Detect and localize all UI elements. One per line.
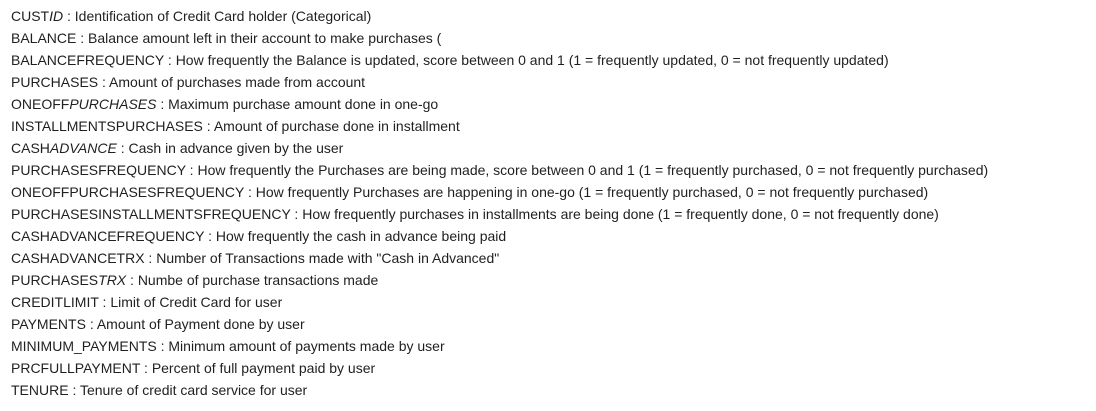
definition-row: MINIMUM_PAYMENTS : Minimum amount of pay… xyxy=(11,335,988,357)
separator: : xyxy=(156,338,169,354)
variable-name: PAYMENTS xyxy=(11,316,86,332)
variable-description: Tenure of credit card service for user xyxy=(79,382,308,398)
variable-name: PURCHASES xyxy=(11,74,99,90)
variable-name: CASHADVANCETRX xyxy=(11,250,145,266)
variable-name: PRCFULLPAYMENT xyxy=(11,360,141,376)
separator: : xyxy=(126,272,138,288)
variable-definitions-list: CUSTID : Identification of Credit Card h… xyxy=(11,5,988,401)
variable-description: How frequently the Purchases are being m… xyxy=(197,162,989,178)
separator: : xyxy=(98,294,111,310)
separator: : xyxy=(290,206,303,222)
variable-name: ONEOFFPURCHASESFREQUENCY xyxy=(11,184,245,200)
variable-name: BALANCEFREQUENCY xyxy=(11,52,165,68)
separator: : xyxy=(68,382,80,398)
variable-description: Amount of purchase done in installment xyxy=(213,118,460,134)
variable-description: Cash in advance given by the user xyxy=(128,140,344,156)
variable-name: CREDITLIMIT xyxy=(11,294,99,310)
variable-description: Amount of Payment done by user xyxy=(96,316,305,332)
variable-description: Amount of purchases made from account xyxy=(109,74,366,90)
definition-row: PURCHASESTRX : Numbe of purchase transac… xyxy=(11,269,988,291)
definition-row: CASHADVANCE : Cash in advance given by t… xyxy=(11,137,988,159)
separator: : xyxy=(98,74,110,90)
definition-row: PAYMENTS : Amount of Payment done by use… xyxy=(11,313,988,335)
variable-name: CASHADVANCEFREQUENCY xyxy=(11,228,205,244)
separator: : xyxy=(144,250,157,266)
variable-name: TENURE xyxy=(11,382,69,398)
variable-name: ONEOFFPURCHASES xyxy=(11,96,157,112)
variable-name: CUSTID xyxy=(11,8,64,24)
definition-row: PURCHASESFREQUENCY : How frequently the … xyxy=(11,159,988,181)
definition-row: CREDITLIMIT : Limit of Credit Card for u… xyxy=(11,291,988,313)
variable-description: Identification of Credit Card holder (Ca… xyxy=(74,8,372,24)
separator: : xyxy=(63,8,75,24)
separator: : xyxy=(202,118,214,134)
variable-description: How frequently Purchases are happening i… xyxy=(255,184,929,200)
definition-row: CASHADVANCEFREQUENCY : How frequently th… xyxy=(11,225,988,247)
variable-description: How frequently purchases in installments… xyxy=(302,206,939,222)
variable-description: How frequently the cash in advance being… xyxy=(215,228,507,244)
definition-row: CUSTID : Identification of Credit Card h… xyxy=(11,5,988,27)
separator: : xyxy=(116,140,129,156)
definition-row: TENURE : Tenure of credit card service f… xyxy=(11,379,988,401)
definition-row: PURCHASESINSTALLMENTSFREQUENCY : How fre… xyxy=(11,203,988,225)
definition-row: CASHADVANCETRX : Number of Transactions … xyxy=(11,247,988,269)
definition-row: BALANCE : Balance amount left in their a… xyxy=(11,27,988,49)
separator: : xyxy=(185,162,198,178)
variable-description: Maximum purchase amount done in one-go xyxy=(168,96,439,112)
variable-description: Numbe of purchase transactions made xyxy=(137,272,379,288)
variable-description: Balance amount left in their account to … xyxy=(88,30,442,46)
variable-description: Number of Transactions made with "Cash i… xyxy=(156,250,500,266)
variable-name: INSTALLMENTSPURCHASES xyxy=(11,118,203,134)
definition-row: BALANCEFREQUENCY : How frequently the Ba… xyxy=(11,49,988,71)
definition-row: PURCHASES : Amount of purchases made fro… xyxy=(11,71,988,93)
variable-description: How frequently the Balance is updated, s… xyxy=(175,52,889,68)
variable-description: Minimum amount of payments made by user xyxy=(168,338,445,354)
variable-name: PURCHASESINSTALLMENTSFREQUENCY xyxy=(11,206,291,222)
variable-name: MINIMUM_PAYMENTS xyxy=(11,338,157,354)
definition-row: ONEOFFPURCHASES : Maximum purchase amoun… xyxy=(11,93,988,115)
definition-row: INSTALLMENTSPURCHASES : Amount of purcha… xyxy=(11,115,988,137)
variable-description: Limit of Credit Card for user xyxy=(110,294,283,310)
variable-name: CASHADVANCE xyxy=(11,140,117,156)
variable-name: BALANCE xyxy=(11,30,77,46)
separator: : xyxy=(164,52,176,68)
variable-name: PURCHASESTRX xyxy=(11,272,127,288)
variable-name: PURCHASESFREQUENCY xyxy=(11,162,186,178)
separator: : xyxy=(85,316,97,332)
separator: : xyxy=(76,30,89,46)
definition-row: PRCFULLPAYMENT : Percent of full payment… xyxy=(11,357,988,379)
separator: : xyxy=(244,184,256,200)
definition-row: ONEOFFPURCHASESFREQUENCY : How frequentl… xyxy=(11,181,988,203)
variable-description: Percent of full payment paid by user xyxy=(151,360,376,376)
separator: : xyxy=(156,96,169,112)
separator: : xyxy=(140,360,152,376)
separator: : xyxy=(204,228,216,244)
